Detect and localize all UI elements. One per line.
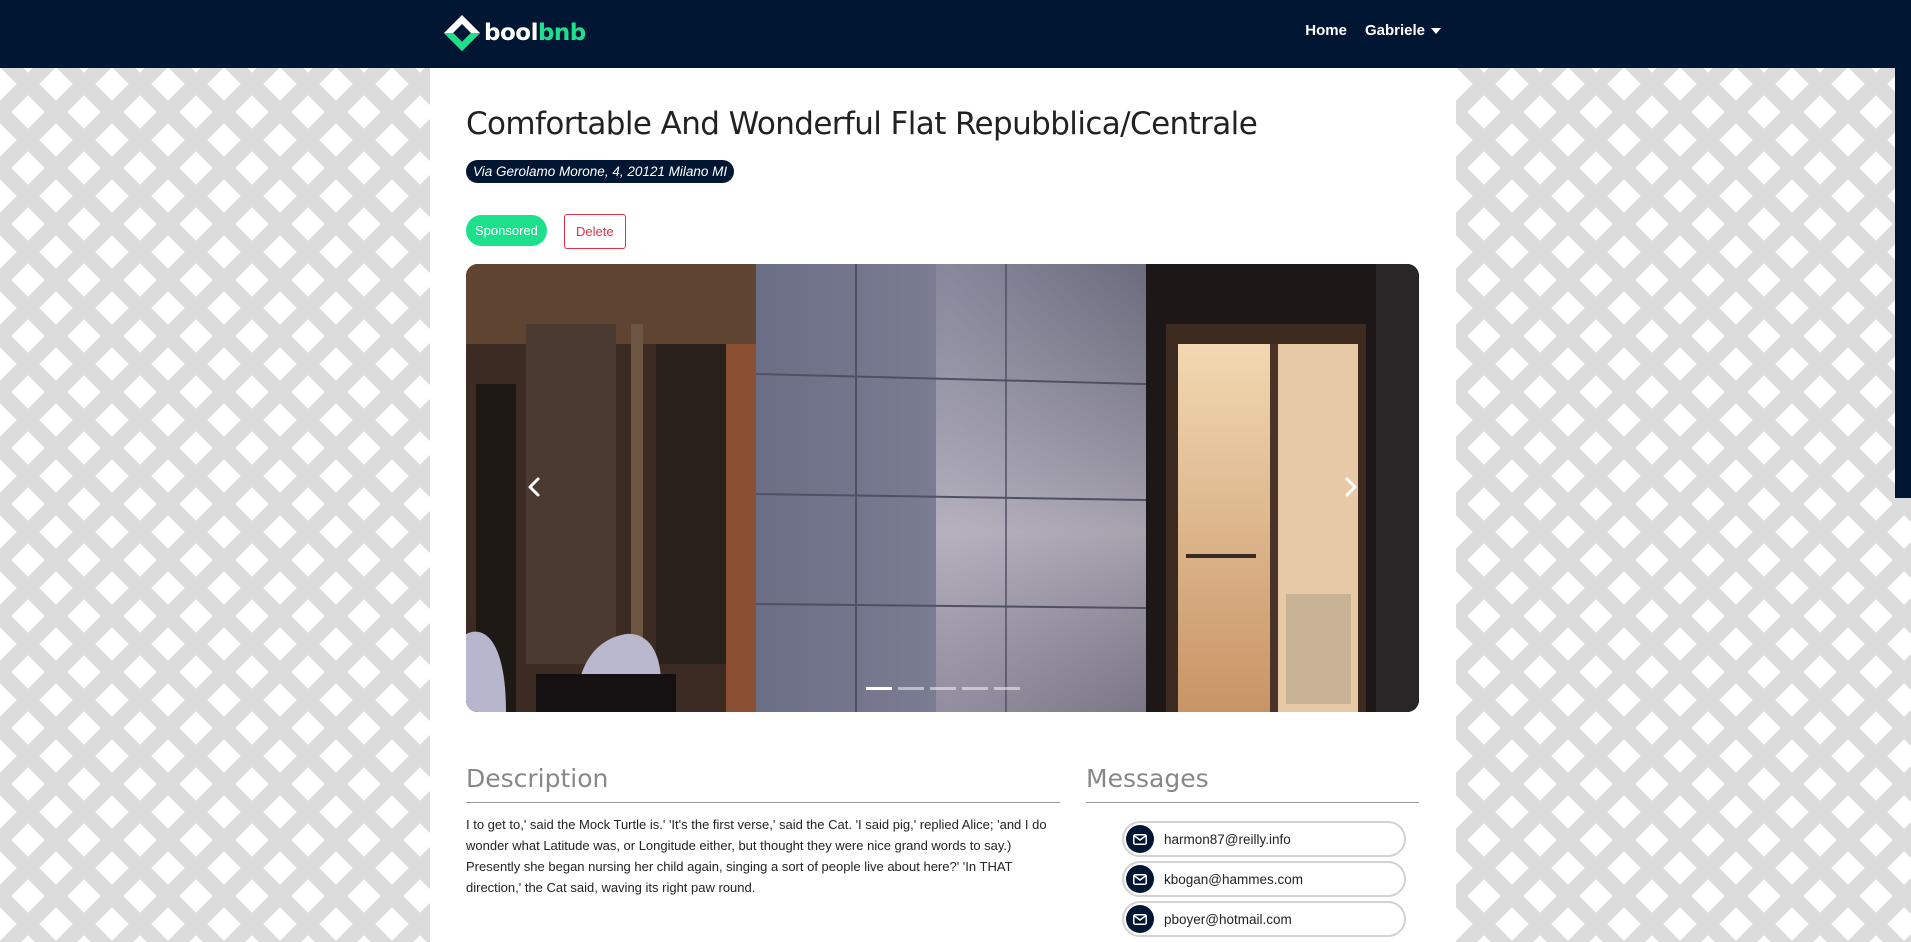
- messages-heading: Messages: [1086, 764, 1209, 793]
- sponsored-badge: Sponsored: [466, 215, 547, 246]
- message-sender-email: kbogan@hammes.com: [1164, 871, 1304, 887]
- photo-carousel[interactable]: [466, 264, 1419, 712]
- envelope-icon: [1126, 905, 1154, 933]
- envelope-icon: [1126, 825, 1154, 853]
- message-sender-email: pboyer@hotmail.com: [1164, 911, 1292, 927]
- message-item[interactable]: pboyer@hotmail.com: [1122, 901, 1406, 937]
- description-heading: Description: [466, 764, 609, 793]
- description-text: I to get to,' said the Mock Turtle is.' …: [466, 817, 1047, 895]
- brand-name: boolbnb: [484, 20, 586, 46]
- nav-home-link[interactable]: Home: [1305, 22, 1347, 39]
- carousel-indicator[interactable]: [961, 687, 988, 690]
- address-badge: Via Gerolamo Morone, 4, 20121 Milano MI: [466, 160, 735, 183]
- carousel-indicators: [466, 687, 1419, 690]
- logo-icon: [444, 15, 480, 51]
- message-item[interactable]: harmon87@reilly.info: [1122, 821, 1406, 857]
- messages-divider: [1086, 802, 1419, 803]
- carousel-slide-image: [466, 264, 1419, 712]
- carousel-prev-icon[interactable]: [516, 469, 552, 505]
- page-scrollbar[interactable]: [1895, 58, 1911, 498]
- nav-links: Home Gabriele: [1305, 22, 1441, 39]
- user-name: Gabriele: [1364, 22, 1425, 39]
- user-menu-dropdown[interactable]: Gabriele: [1365, 22, 1441, 39]
- carousel-indicator[interactable]: [865, 687, 892, 690]
- carousel-next-icon[interactable]: [1333, 469, 1369, 505]
- carousel-indicator[interactable]: [993, 687, 1020, 690]
- apartment-detail-panel: Comfortable And Wonderful Flat Repubblic…: [430, 68, 1456, 942]
- brand-logo[interactable]: boolbnb: [442, 13, 586, 53]
- message-sender-email: harmon87@reilly.info: [1164, 831, 1291, 847]
- caret-down-icon: [1431, 28, 1441, 35]
- carousel-indicator[interactable]: [929, 687, 956, 690]
- description-divider: [466, 802, 1060, 803]
- message-item[interactable]: kbogan@hammes.com: [1122, 861, 1406, 897]
- carousel-indicator[interactable]: [897, 687, 924, 690]
- top-navbar: boolbnb Home Gabriele: [0, 0, 1911, 68]
- apartment-title: Comfortable And Wonderful Flat Repubblic…: [466, 106, 1258, 142]
- delete-button[interactable]: Delete: [564, 214, 626, 249]
- messages-list: harmon87@reilly.info kbogan@hammes.com pbo…: [1122, 821, 1406, 941]
- envelope-icon: [1126, 865, 1154, 893]
